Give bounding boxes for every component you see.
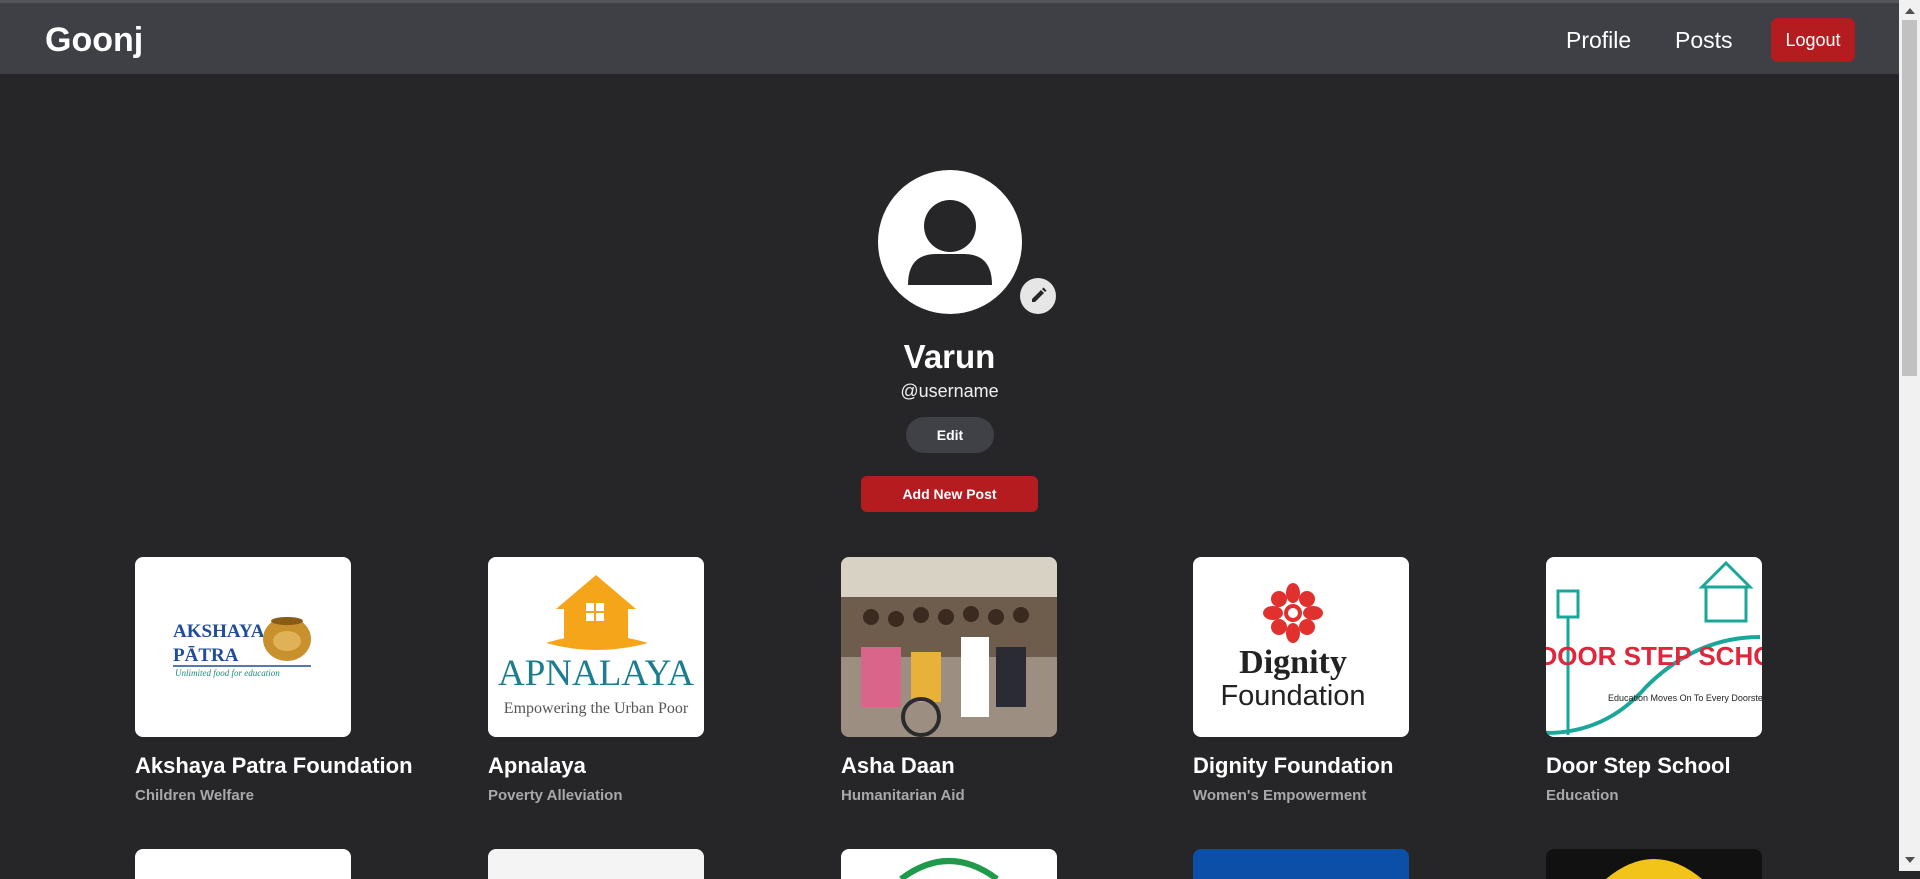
org-category: Humanitarian Aid bbox=[841, 787, 965, 804]
org-card-partial[interactable] bbox=[841, 849, 1057, 879]
org-name[interactable]: Dignity Foundation bbox=[1193, 753, 1483, 779]
org-category: Children Welfare bbox=[135, 787, 254, 804]
edit-avatar-button[interactable] bbox=[1020, 278, 1056, 314]
avatar bbox=[878, 170, 1022, 314]
page-scrollbar[interactable] bbox=[1899, 0, 1920, 871]
scroll-thumb[interactable] bbox=[1902, 20, 1917, 376]
org-logo: DOOR STEP SCHOOL Education Moves On To E… bbox=[1546, 557, 1762, 737]
org-card-partial[interactable] bbox=[1546, 849, 1762, 879]
org-card-partial[interactable] bbox=[1193, 849, 1409, 879]
svg-text:AKSHAYA: AKSHAYA bbox=[173, 621, 265, 642]
svg-text:Education Moves On To Every Do: Education Moves On To Every Doorstep bbox=[1608, 693, 1762, 703]
org-logo: AKSHAYA PĀTRA Unlimited food for educati… bbox=[135, 557, 351, 737]
org-category: Women's Empowerment bbox=[1193, 787, 1367, 804]
org-photo bbox=[841, 557, 1057, 737]
org-card[interactable]: DOOR STEP SCHOOL Education Moves On To E… bbox=[1546, 557, 1836, 804]
add-new-post-button[interactable]: Add New Post bbox=[861, 476, 1038, 512]
scroll-down-arrow-icon[interactable] bbox=[1905, 857, 1915, 863]
svg-text:PĀTRA: PĀTRA bbox=[173, 645, 239, 666]
org-name[interactable]: Asha Daan bbox=[841, 753, 1131, 779]
org-card[interactable]: Asha Daan Humanitarian Aid bbox=[841, 557, 1131, 804]
org-card[interactable]: Dignity Foundation Dignity Foundation Wo… bbox=[1193, 557, 1483, 804]
org-card[interactable]: APNALAYA Empowering the Urban Poor Apnal… bbox=[488, 557, 778, 804]
user-silhouette-icon bbox=[908, 200, 992, 285]
org-name[interactable]: Akshaya Patra Foundation bbox=[135, 753, 425, 779]
nav-link-posts[interactable]: Posts bbox=[1675, 27, 1733, 54]
profile-name: Varun bbox=[903, 338, 996, 375]
org-logo: Dignity Foundation bbox=[1193, 557, 1409, 737]
svg-text:Empowering the Urban Poor: Empowering the Urban Poor bbox=[504, 700, 689, 717]
brand-logo[interactable]: Goonj bbox=[45, 21, 143, 60]
org-category: Education bbox=[1546, 787, 1619, 804]
nav-link-profile[interactable]: Profile bbox=[1566, 27, 1631, 54]
edit-profile-button[interactable]: Edit bbox=[906, 417, 994, 453]
profile-username: @username bbox=[900, 381, 999, 401]
org-name[interactable]: Door Step School bbox=[1546, 753, 1836, 779]
svg-text:DOOR STEP SCHOOL: DOOR STEP SCHOOL bbox=[1546, 641, 1762, 671]
svg-text:APNALAYA: APNALAYA bbox=[498, 653, 694, 694]
org-category: Poverty Alleviation bbox=[488, 787, 623, 804]
org-logo: APNALAYA Empowering the Urban Poor bbox=[488, 557, 704, 737]
scroll-up-arrow-icon[interactable] bbox=[1905, 8, 1915, 14]
org-card[interactable]: AKSHAYA PĀTRA Unlimited food for educati… bbox=[135, 557, 425, 804]
svg-text:Foundation: Foundation bbox=[1220, 680, 1365, 712]
org-name[interactable]: Apnalaya bbox=[488, 753, 778, 779]
org-card-partial[interactable] bbox=[135, 849, 351, 879]
svg-text:Unlimited food for education: Unlimited food for education bbox=[175, 668, 280, 678]
svg-text:Dignity: Dignity bbox=[1239, 644, 1347, 681]
logout-button[interactable]: Logout bbox=[1771, 18, 1855, 62]
pencil-icon bbox=[1032, 287, 1047, 302]
top-navbar: Goonj Profile Posts Logout bbox=[0, 0, 1899, 74]
org-card-partial[interactable] bbox=[488, 849, 704, 879]
